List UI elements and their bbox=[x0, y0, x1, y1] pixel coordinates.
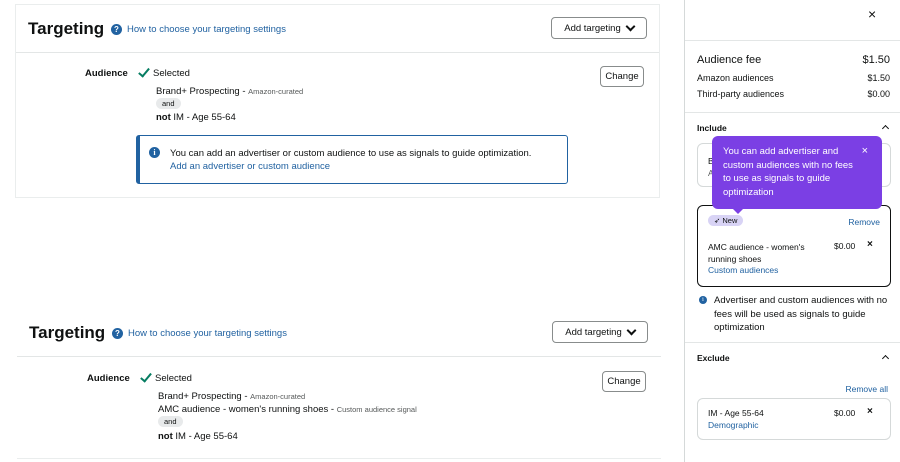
signals-note: Advertiser and custom audiences with no … bbox=[714, 295, 888, 333]
chevron-up-icon[interactable] bbox=[881, 124, 890, 133]
third-party-fee-row: Third-party audiences $0.00 bbox=[697, 89, 890, 99]
not-prefix: not bbox=[158, 431, 173, 442]
fee-row: Audience fee $1.50 bbox=[697, 54, 890, 66]
excluded-audience-name: IM - Age 55-64 bbox=[170, 112, 236, 123]
excluded-audience-line: not IM - Age 55-64 bbox=[156, 112, 236, 123]
add-targeting-button[interactable]: Add targeting bbox=[551, 17, 647, 39]
audience-label: Audience bbox=[87, 373, 130, 384]
chevron-down-icon bbox=[625, 21, 636, 31]
remove-x-icon[interactable]: × bbox=[867, 406, 873, 417]
tooltip-text: You can add advertiser and custom audien… bbox=[723, 146, 853, 198]
include-title: Include bbox=[697, 123, 727, 133]
targeting-card-bottom: Targeting ? How to choose your targeting… bbox=[17, 309, 661, 459]
page-title: Targeting bbox=[29, 323, 106, 342]
help-icon: ? bbox=[111, 24, 122, 35]
and-pill: and bbox=[156, 98, 181, 109]
fee-label: Audience fee bbox=[697, 54, 762, 66]
change-button[interactable]: Change bbox=[602, 371, 646, 392]
amc-audience-price: $0.00 bbox=[834, 241, 856, 251]
chevron-down-icon bbox=[626, 325, 637, 335]
amazon-label: Amazon audiences bbox=[697, 73, 774, 83]
amc-audience-box: ➶ New Remove AMC audience - women's runn… bbox=[697, 205, 891, 287]
info-icon: i bbox=[149, 147, 160, 158]
excluded-audience-sub: Demographic bbox=[708, 420, 759, 430]
exclude-audience-box: IM - Age 55-64 Demographic $0.00 × bbox=[697, 398, 891, 440]
include-tooltip: You can add advertiser and custom audien… bbox=[712, 136, 882, 209]
audience-panel: × Audience fee $1.50 Amazon audiences $1… bbox=[684, 0, 900, 462]
add-targeting-button[interactable]: Add targeting bbox=[552, 321, 648, 343]
amazon-value: $1.50 bbox=[867, 73, 890, 83]
exclude-title: Exclude bbox=[697, 353, 730, 363]
selected-status: Selected bbox=[153, 68, 190, 79]
divider bbox=[685, 40, 900, 41]
close-icon[interactable]: × bbox=[868, 6, 876, 22]
excluded-audience-name: IM - Age 55-64 bbox=[172, 431, 238, 442]
audience-line: AMC audience - women's running shoes - C… bbox=[158, 404, 417, 415]
amc-audience-title: AMC audience - women's running shoes bbox=[708, 242, 805, 264]
selected-status: Selected bbox=[155, 373, 192, 384]
and-pill: and bbox=[158, 416, 183, 427]
change-button[interactable]: Change bbox=[600, 66, 644, 87]
excluded-audience-price: $0.00 bbox=[834, 408, 856, 418]
audience-line: Brand+ Prospecting - Amazon-curated bbox=[156, 86, 303, 97]
rocket-icon: ➶ bbox=[714, 216, 721, 225]
add-audience-link[interactable]: Add an advertiser or custom audience bbox=[170, 161, 330, 172]
exclude-section: Exclude Remove all IM - Age 55-64 Demogr… bbox=[685, 342, 900, 462]
audience-name: AMC audience - women's running shoes - bbox=[158, 404, 337, 415]
remove-x-icon[interactable]: × bbox=[867, 239, 873, 250]
amazon-fee-row: Amazon audiences $1.50 bbox=[697, 73, 890, 83]
card-header: Targeting ? How to choose your targeting… bbox=[16, 5, 659, 53]
audience-source: Amazon-curated bbox=[250, 392, 306, 401]
audience-label: Audience bbox=[85, 68, 128, 79]
third-party-value: $0.00 bbox=[867, 89, 890, 99]
audience-source: Custom audience signal bbox=[336, 405, 417, 414]
help-link[interactable]: How to choose your targeting settings bbox=[127, 24, 286, 35]
card-header: Targeting ? How to choose your targeting… bbox=[17, 309, 661, 357]
info-icon: i bbox=[699, 296, 707, 304]
audience-name: Brand+ Prospecting - bbox=[158, 391, 251, 402]
help-link[interactable]: How to choose your targeting settings bbox=[128, 328, 287, 339]
excluded-audience-line: not IM - Age 55-64 bbox=[158, 431, 238, 442]
amc-audience-sub: Custom audiences bbox=[708, 265, 779, 275]
chevron-up-icon[interactable] bbox=[881, 354, 890, 363]
fee-value: $1.50 bbox=[862, 54, 890, 66]
help-icon: ? bbox=[112, 328, 123, 339]
info-box: i You can add an advertiser or custom au… bbox=[136, 135, 568, 184]
remove-link[interactable]: Remove bbox=[848, 217, 880, 227]
info-text: You can add an advertiser or custom audi… bbox=[170, 148, 532, 159]
new-badge-label: New bbox=[722, 216, 738, 225]
excluded-audience-title: IM - Age 55-64 bbox=[708, 408, 764, 418]
add-targeting-label: Add targeting bbox=[564, 22, 621, 34]
audience-line: Brand+ Prospecting - Amazon-curated bbox=[158, 391, 305, 402]
audience-name: Brand+ Prospecting - bbox=[156, 86, 249, 97]
not-prefix: not bbox=[156, 112, 171, 123]
tooltip-close-icon[interactable]: × bbox=[862, 145, 868, 159]
audience-source: Amazon-curated bbox=[248, 87, 304, 96]
remove-all-link[interactable]: Remove all bbox=[845, 384, 888, 394]
third-party-label: Third-party audiences bbox=[697, 89, 785, 99]
new-badge: ➶ New bbox=[708, 215, 744, 226]
add-targeting-label: Add targeting bbox=[565, 326, 622, 338]
tooltip-arrow bbox=[732, 208, 744, 214]
page-title: Targeting bbox=[28, 19, 105, 38]
